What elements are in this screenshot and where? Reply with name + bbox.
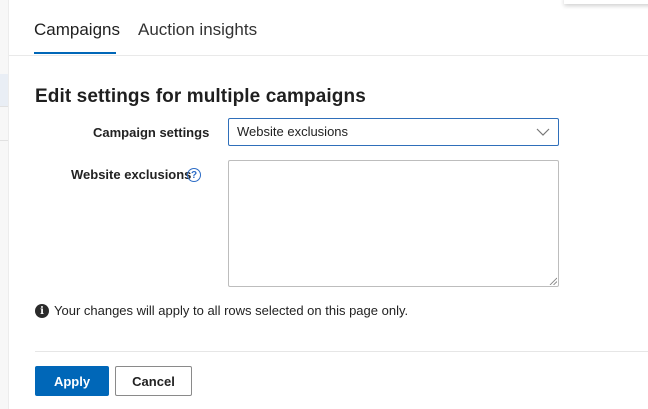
campaign-settings-label: Campaign settings bbox=[93, 125, 210, 140]
gutter-divider bbox=[0, 140, 8, 141]
page-title: Edit settings for multiple campaigns bbox=[35, 86, 366, 107]
active-tab-indicator bbox=[34, 52, 116, 54]
website-exclusions-textarea[interactable] bbox=[228, 160, 559, 287]
gutter-divider bbox=[0, 106, 8, 107]
left-gutter bbox=[0, 0, 9, 409]
tab-bar: Campaigns Auction insights bbox=[9, 0, 648, 56]
info-message: Your changes will apply to all rows sele… bbox=[54, 303, 409, 318]
gutter-highlight bbox=[0, 74, 8, 106]
apply-button[interactable]: Apply bbox=[35, 366, 109, 396]
website-exclusions-label: Website exclusions bbox=[71, 167, 192, 182]
question-help-icon[interactable]: ? bbox=[187, 168, 201, 182]
tab-auction-insights[interactable]: Auction insights bbox=[138, 19, 257, 41]
edit-campaigns-page: Campaigns Auction insights Edit settings… bbox=[0, 0, 648, 409]
campaign-settings-dropdown[interactable]: Website exclusions bbox=[228, 118, 559, 146]
info-icon: i bbox=[35, 304, 49, 318]
resize-grip-icon[interactable] bbox=[549, 277, 557, 285]
tab-campaigns[interactable]: Campaigns bbox=[34, 19, 120, 41]
chevron-down-icon bbox=[536, 128, 550, 136]
footer-divider bbox=[35, 351, 648, 352]
cancel-button[interactable]: Cancel bbox=[115, 366, 192, 396]
campaign-settings-value: Website exclusions bbox=[237, 124, 349, 139]
